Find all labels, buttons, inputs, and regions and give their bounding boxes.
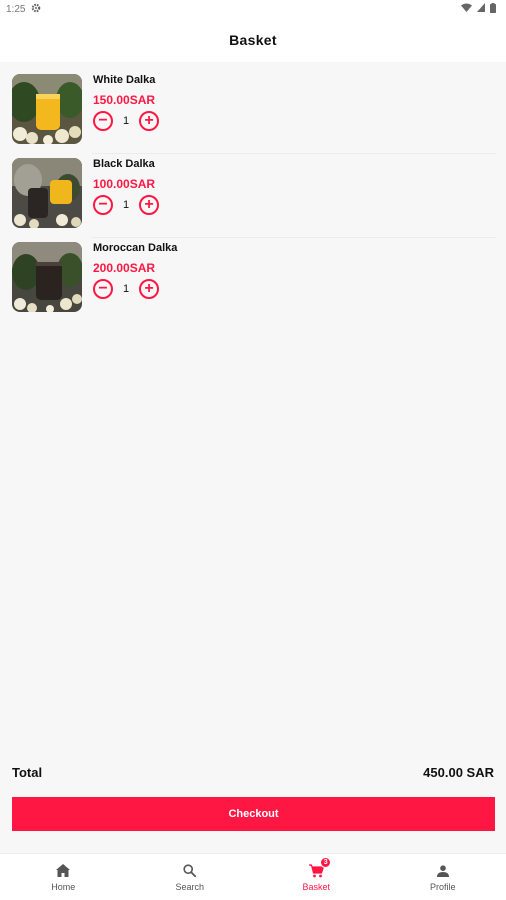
total-label: Total (12, 764, 43, 780)
basket-item: Moroccan Dalka 200.00SAR − 1 + (12, 238, 496, 322)
increase-quantity-button[interactable]: + (139, 111, 159, 131)
quantity-value: 1 (122, 199, 130, 211)
product-image (12, 158, 82, 228)
quantity-stepper: − 1 + (93, 110, 159, 132)
increase-quantity-button[interactable]: + (139, 279, 159, 299)
settings-icon (31, 3, 41, 16)
total-row: Total 450.00 SAR (12, 762, 494, 782)
nav-item-search[interactable]: Search (127, 854, 254, 900)
nav-label-home: Home (51, 881, 76, 892)
search-icon (182, 863, 198, 879)
person-icon (435, 863, 451, 879)
total-value: 450.00 SAR (423, 764, 494, 780)
checkout-button[interactable]: Checkout (12, 797, 495, 831)
cart-count-badge: 3 (320, 856, 332, 868)
product-name: Moroccan Dalka (93, 242, 178, 254)
nav-label-basket: Basket (302, 881, 330, 892)
product-name: White Dalka (93, 74, 156, 86)
decrease-quantity-button[interactable]: − (93, 111, 113, 131)
nav-item-profile[interactable]: Profile (380, 854, 506, 900)
nav-item-basket[interactable]: 3 Basket (253, 854, 380, 900)
basket-item: Black Dalka 100.00SAR − 1 + (12, 154, 496, 238)
product-price: 150.00SAR (93, 93, 156, 107)
battery-icon (490, 2, 496, 16)
nav-item-home[interactable]: Home (0, 854, 127, 900)
cart-icon: 3 (308, 856, 332, 879)
quantity-value: 1 (122, 283, 130, 295)
quantity-stepper: − 1 + (93, 278, 159, 300)
product-image (12, 74, 82, 144)
status-bar: 1:25 (0, 0, 506, 18)
quantity-stepper: − 1 + (93, 194, 159, 216)
page-title: Basket (229, 32, 277, 48)
bottom-nav: Home Search 3 Basket Profile (0, 853, 506, 900)
basket-list: White Dalka 150.00SAR − 1 + Black Dalka … (0, 70, 506, 322)
basket-item: White Dalka 150.00SAR − 1 + (12, 70, 496, 154)
app-bar: Basket (0, 18, 506, 62)
nav-label-search: Search (175, 881, 205, 892)
product-price: 200.00SAR (93, 261, 156, 275)
product-image (12, 242, 82, 312)
product-name: Black Dalka (93, 158, 155, 170)
increase-quantity-button[interactable]: + (139, 195, 159, 215)
product-price: 100.00SAR (93, 177, 156, 191)
quantity-value: 1 (122, 115, 130, 127)
home-icon (55, 863, 71, 879)
signal-icon (477, 3, 485, 15)
nav-label-profile: Profile (429, 881, 456, 892)
status-time: 1:25 (6, 3, 26, 15)
wifi-icon (461, 3, 472, 15)
decrease-quantity-button[interactable]: − (93, 279, 113, 299)
decrease-quantity-button[interactable]: − (93, 195, 113, 215)
